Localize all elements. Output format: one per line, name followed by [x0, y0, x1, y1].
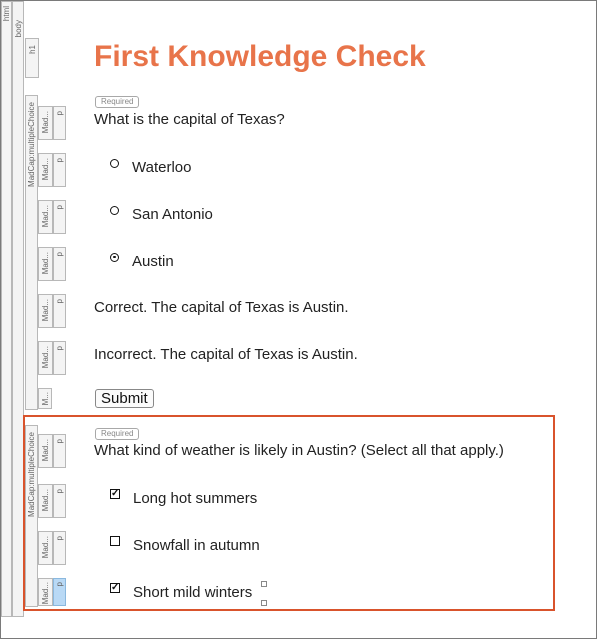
mc1-feedback-incorrect-bar[interactable]: Mad...	[38, 341, 53, 375]
multiple-choice-1-structure-bar[interactable]: MadCap:multipleChoice	[25, 95, 38, 410]
option-label: Waterloo	[132, 158, 192, 176]
mad-tag-label: Mad...	[41, 346, 50, 369]
feedback-correct: Correct. The capital of Texas is Austin.	[94, 299, 349, 316]
mc1-option-3-p-bar[interactable]: p	[53, 247, 66, 281]
mad-tag-label: Mad...	[41, 205, 50, 228]
p-tag-label: p	[55, 111, 64, 116]
body-tag-label: body	[14, 20, 23, 38]
p-tag-label: p	[55, 158, 64, 163]
question-2-text: What kind of weather is likely in Austin…	[94, 442, 504, 459]
checkbox-unchecked[interactable]	[110, 536, 120, 546]
option-label: Short mild winters	[133, 583, 253, 601]
radio-option-austin[interactable]: Austin	[110, 251, 174, 271]
checkbox-option-short-mild-winters[interactable]: ✓ Short mild winters	[110, 582, 252, 602]
submit-button[interactable]: Submit	[95, 389, 154, 408]
checkbox-option-snowfall-in-autumn[interactable]: Snowfall in autumn	[110, 535, 260, 555]
feedback-incorrect: Incorrect. The capital of Texas is Austi…	[94, 346, 358, 363]
mc1-option-1-bar[interactable]: Mad...	[38, 153, 53, 187]
mad-tag-label: Mad...	[41, 252, 50, 275]
mc1-question-p-bar[interactable]: p	[53, 106, 66, 140]
mc1-submit-bar[interactable]: M...	[38, 388, 52, 409]
radio-option-waterloo[interactable]: Waterloo	[110, 157, 191, 177]
required-badge: Required	[95, 96, 140, 108]
p-tag-label: p	[55, 299, 64, 304]
mc1-option-1-p-bar[interactable]: p	[53, 153, 66, 187]
mc1-question-structure-bar[interactable]: Mad...	[38, 106, 53, 140]
mad-tag-label: Mad...	[41, 299, 50, 322]
m-tag-label: M...	[41, 392, 50, 406]
radio-option-san-antonio[interactable]: San Antonio	[110, 204, 213, 224]
checkbox-checked[interactable]: ✓	[110, 489, 120, 499]
mc1-option-3-bar[interactable]: Mad...	[38, 247, 53, 281]
h1-structure-bar[interactable]: h1	[25, 38, 39, 78]
mc1-feedback-correct-bar[interactable]: Mad...	[38, 294, 53, 328]
multiple-choice-1-tag-label: MadCap:multipleChoice	[27, 102, 36, 187]
radio-button[interactable]	[110, 205, 119, 215]
mc1-feedback-incorrect-p-bar[interactable]: p	[53, 341, 66, 375]
checkbox-checked[interactable]: ✓	[110, 583, 120, 593]
question-1-text: What is the capital of Texas?	[94, 111, 285, 128]
option-label: Long hot summers	[133, 489, 258, 507]
checkbox-option-long-hot-summers[interactable]: ✓ Long hot summers	[110, 488, 257, 508]
page-title: First Knowledge Check	[94, 40, 426, 73]
text-cursor-handle-top[interactable]	[261, 581, 267, 587]
radio-button[interactable]	[110, 158, 119, 168]
mad-tag-label: Mad...	[41, 158, 50, 181]
h1-tag-label: h1	[28, 45, 37, 54]
mc1-option-2-p-bar[interactable]: p	[53, 200, 66, 234]
required-badge: Required	[95, 428, 140, 440]
mad-tag-label: Mad...	[41, 111, 50, 134]
option-label: Austin	[132, 252, 174, 270]
html-tag-label: html	[2, 6, 11, 22]
mc1-option-2-bar[interactable]: Mad...	[38, 200, 53, 234]
p-tag-label: p	[55, 252, 64, 257]
option-label: Snowfall in autumn	[133, 536, 260, 554]
p-tag-label: p	[55, 346, 64, 351]
text-cursor-handle-bottom[interactable]	[261, 600, 267, 606]
option-label: San Antonio	[132, 205, 213, 223]
mc1-feedback-correct-p-bar[interactable]: p	[53, 294, 66, 328]
p-tag-label: p	[55, 205, 64, 210]
html-structure-bar[interactable]: html	[1, 1, 12, 617]
radio-button-selected[interactable]	[110, 252, 119, 262]
